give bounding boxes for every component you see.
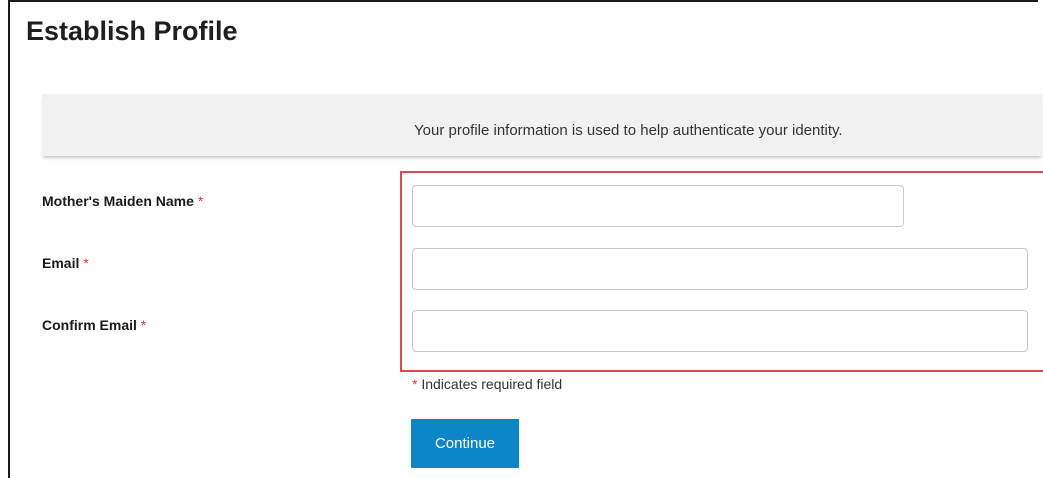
info-banner: Your profile information is used to help… (42, 94, 1042, 156)
info-banner-text: Your profile information is used to help… (414, 122, 843, 139)
field-label-text: Confirm Email (42, 317, 137, 333)
confirm-email-input[interactable] (412, 310, 1028, 352)
field-label-mothers-maiden-name: Mother's Maiden Name * (42, 193, 203, 209)
required-asterisk: * (83, 255, 89, 271)
required-asterisk: * (412, 376, 418, 392)
field-label-text: Mother's Maiden Name (42, 193, 194, 209)
page-frame: Establish Profile Your profile informati… (8, 0, 1043, 478)
required-asterisk: * (197, 193, 204, 209)
field-label-text: Email (42, 255, 80, 271)
page-title: Establish Profile (26, 16, 238, 46)
required-field-note: * Indicates required field (412, 376, 562, 392)
mothers-maiden-name-input[interactable] (412, 185, 904, 227)
field-label-confirm-email: Confirm Email * (42, 317, 146, 333)
field-label-email: Email * (42, 255, 89, 271)
email-input[interactable] (412, 248, 1028, 290)
required-note-text: Indicates required field (421, 376, 563, 392)
required-asterisk: * (140, 317, 147, 333)
continue-button[interactable]: Continue (411, 419, 519, 468)
